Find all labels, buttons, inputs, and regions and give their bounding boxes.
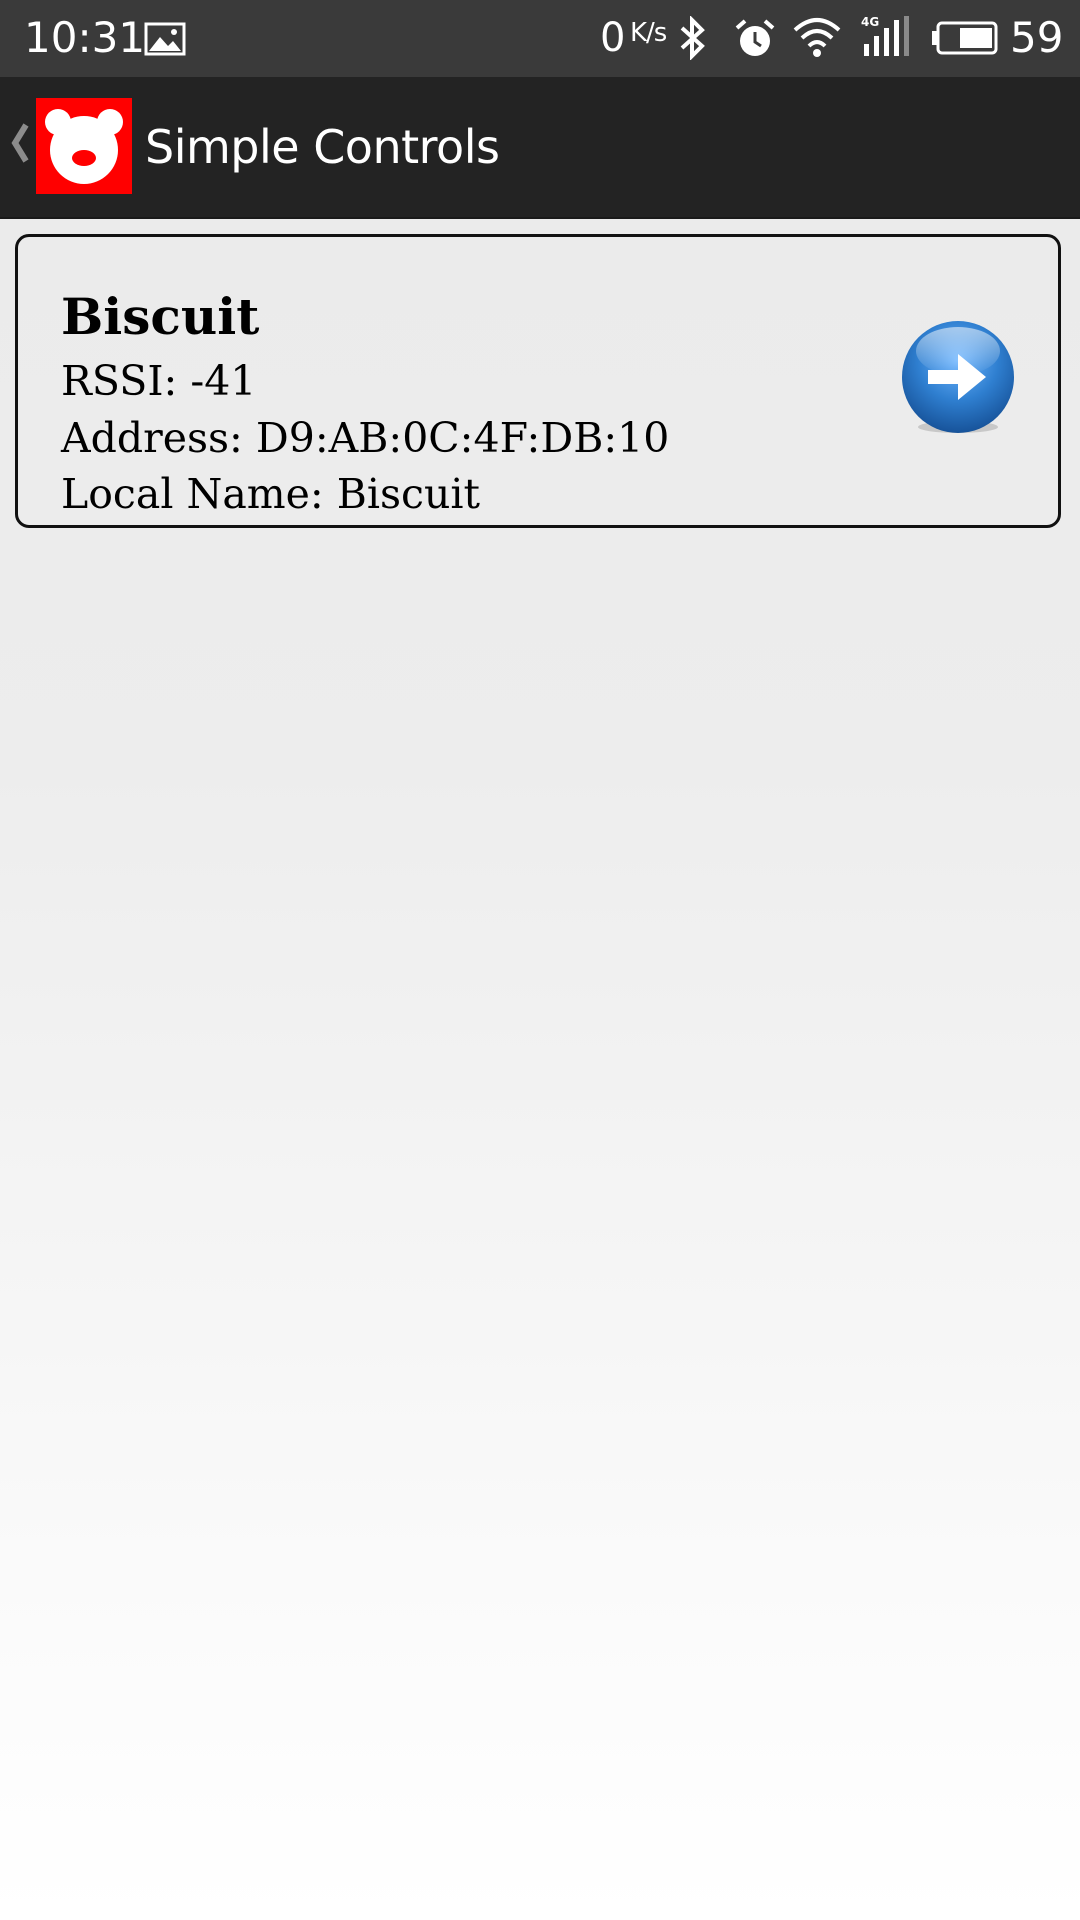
svg-text:4G: 4G xyxy=(861,15,879,29)
device-rssi: RSSI: -41 xyxy=(61,357,257,405)
wifi-icon xyxy=(792,16,842,62)
status-bar: 10:31 0 K/s 4G 59 xyxy=(0,0,1080,77)
arrow-right-circle-icon[interactable] xyxy=(898,321,1018,441)
net-speed-value: 0 xyxy=(600,15,626,61)
battery-level: 59 xyxy=(1010,13,1064,62)
page-title: Simple Controls xyxy=(145,120,500,174)
status-time: 10:31 xyxy=(24,13,146,62)
bluetooth-icon xyxy=(678,15,708,64)
back-chevron-icon[interactable] xyxy=(10,123,30,168)
battery-icon xyxy=(930,20,1000,60)
device-address: Address: D9:AB:0C:4F:DB:10 xyxy=(61,414,670,462)
signal-4g-icon: 4G xyxy=(860,14,912,62)
app-logo-bear-icon[interactable] xyxy=(36,98,132,194)
action-bar: Simple Controls xyxy=(0,77,1080,219)
device-name: Biscuit xyxy=(61,287,260,346)
alarm-icon xyxy=(734,18,776,64)
device-local-name: Local Name: Biscuit xyxy=(61,470,481,518)
net-speed-unit: K/s xyxy=(630,18,667,48)
device-list-item[interactable]: Biscuit RSSI: -41 Address: D9:AB:0C:4F:D… xyxy=(15,234,1061,528)
gallery-icon xyxy=(144,22,186,60)
